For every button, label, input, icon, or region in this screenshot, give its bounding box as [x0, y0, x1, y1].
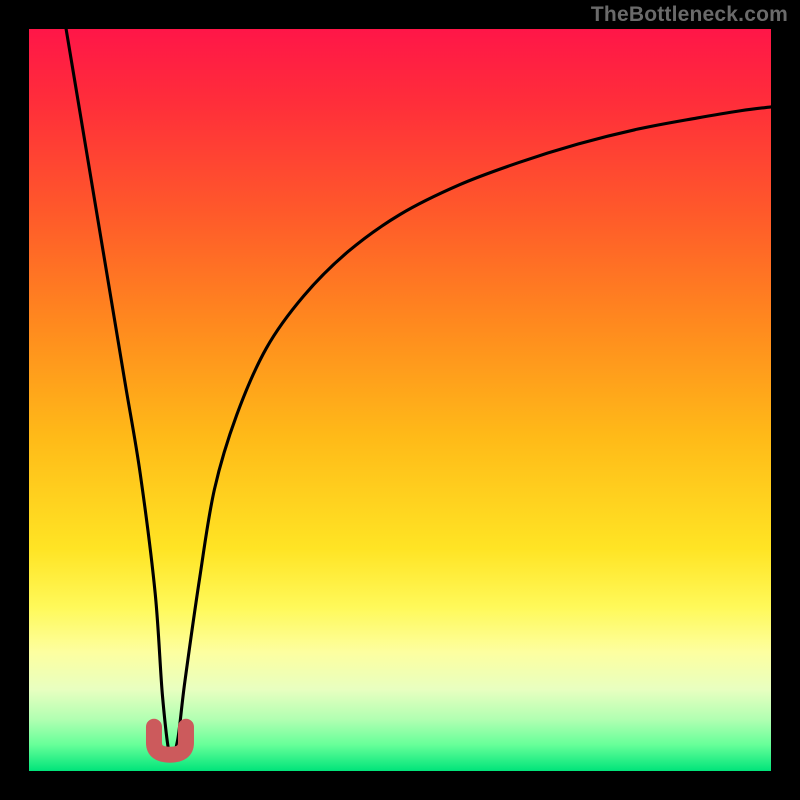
- optimal-marker: [29, 29, 771, 771]
- chart-frame: TheBottleneck.com: [0, 0, 800, 800]
- plot-area: [29, 29, 771, 771]
- watermark-text: TheBottleneck.com: [591, 3, 788, 27]
